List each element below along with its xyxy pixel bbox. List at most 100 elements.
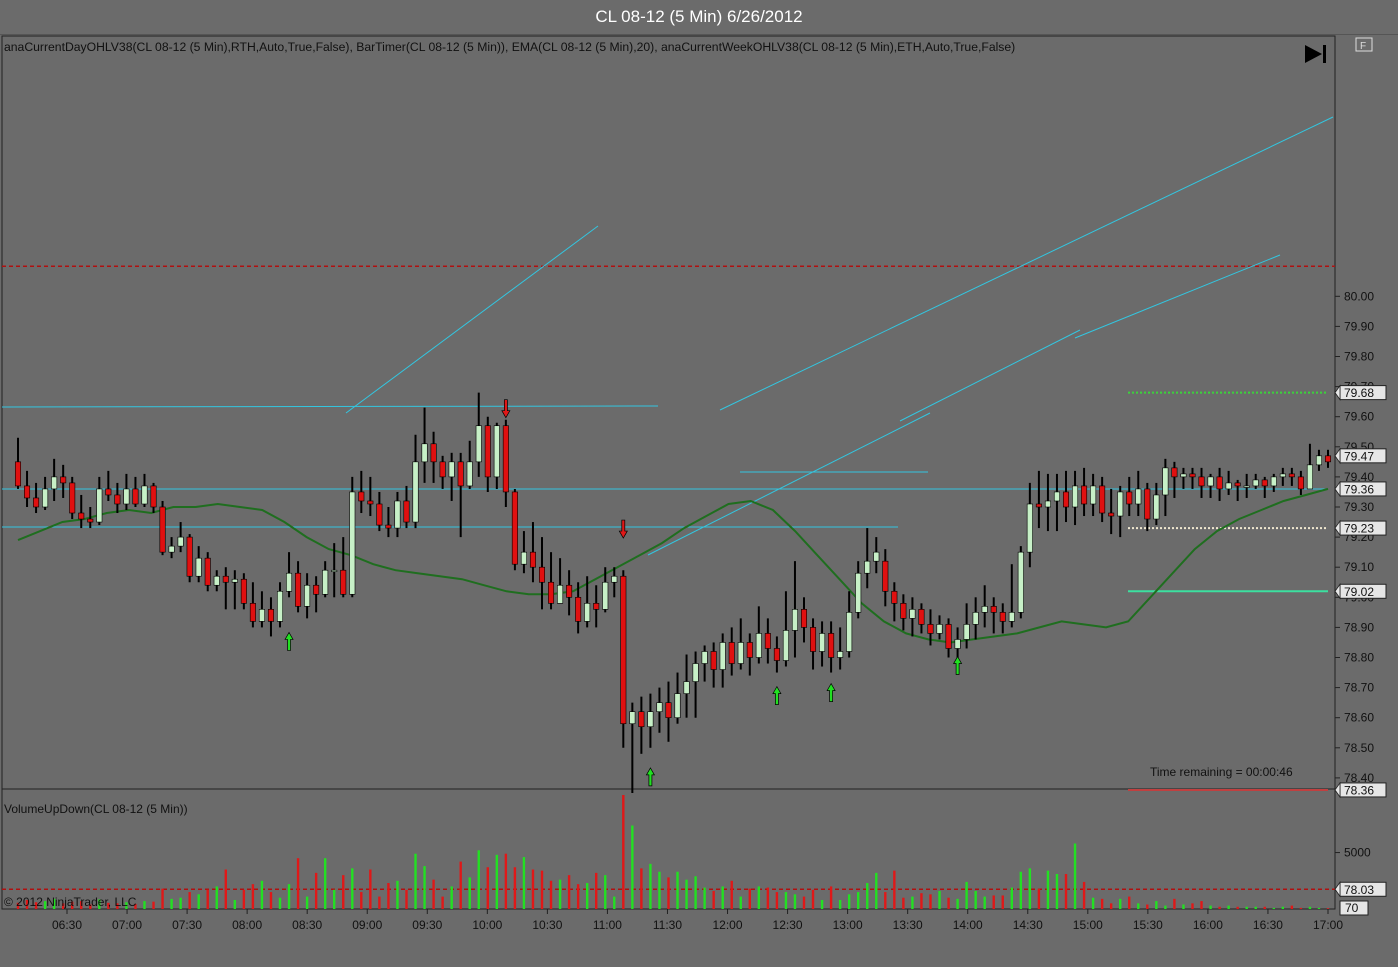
candle-body bbox=[132, 488, 139, 505]
candle-body bbox=[611, 575, 618, 583]
candle-body bbox=[918, 609, 925, 625]
candle-body bbox=[1180, 473, 1187, 478]
volume-panel-label: VolumeUpDown(CL 08-12 (5 Min)) bbox=[4, 802, 188, 816]
candle-body bbox=[837, 651, 844, 658]
candle-body bbox=[322, 569, 329, 595]
candle-body bbox=[728, 642, 735, 664]
time-tick-label: 13:30 bbox=[893, 918, 923, 932]
candle-body bbox=[331, 569, 338, 573]
time-tick-label: 08:30 bbox=[292, 918, 322, 932]
candle-body bbox=[963, 624, 970, 640]
candle-body bbox=[620, 575, 627, 725]
candle-body bbox=[96, 488, 103, 523]
candle-body bbox=[656, 702, 663, 712]
candle-body bbox=[204, 557, 211, 586]
price-label: 79.47 bbox=[1344, 449, 1374, 463]
price-tick-label: 78.60 bbox=[1344, 711, 1374, 725]
candle-body bbox=[150, 485, 157, 508]
candle-body bbox=[575, 596, 582, 622]
time-tick-label: 17:00 bbox=[1313, 918, 1343, 932]
candle-body bbox=[846, 612, 853, 652]
price-tick-label: 78.70 bbox=[1344, 681, 1374, 695]
candle-body bbox=[231, 578, 238, 583]
candle-body bbox=[647, 711, 654, 728]
candle-body bbox=[1099, 485, 1106, 514]
candle-body bbox=[593, 603, 600, 610]
price-tick-label: 79.30 bbox=[1344, 500, 1374, 514]
candle-body bbox=[1135, 488, 1142, 505]
candle-body bbox=[1072, 485, 1079, 508]
candle-body bbox=[584, 603, 591, 622]
price-tick-label: 78.80 bbox=[1344, 651, 1374, 665]
candle-body bbox=[1198, 476, 1205, 487]
time-remaining: Time remaining = 00:00:46 bbox=[1150, 765, 1293, 779]
candle-body bbox=[168, 545, 175, 553]
price-tick-label: 78.90 bbox=[1344, 620, 1374, 634]
price-label-pointer bbox=[1334, 480, 1341, 498]
indicators-line: anaCurrentDayOHLV38(CL 08-12 (5 Min),RTH… bbox=[4, 40, 1015, 54]
candle-body bbox=[340, 569, 347, 595]
candle-body bbox=[1324, 455, 1332, 463]
candle-body bbox=[177, 536, 184, 547]
candle-body bbox=[629, 711, 636, 725]
time-tick-label: 16:30 bbox=[1253, 918, 1283, 932]
price-panel bbox=[1, 35, 1336, 790]
candle-body bbox=[828, 633, 835, 658]
price-volume-chart: 80.0079.9079.8079.7079.6079.5079.4079.30… bbox=[1, 35, 1387, 932]
candle-body bbox=[936, 624, 943, 634]
candle-body bbox=[213, 575, 220, 586]
volume-last-label: 70 bbox=[1345, 901, 1359, 915]
price-tick-label: 79.60 bbox=[1344, 410, 1374, 424]
candle-body bbox=[159, 506, 166, 553]
candle-body bbox=[746, 642, 753, 658]
time-tick-label: 06:30 bbox=[52, 918, 82, 932]
candle-body bbox=[1044, 500, 1051, 508]
candle-body bbox=[403, 500, 410, 523]
price-tick-label: 79.90 bbox=[1344, 319, 1374, 333]
candle-body bbox=[945, 624, 952, 649]
candle-body bbox=[683, 681, 690, 694]
candle-body bbox=[855, 572, 862, 613]
candle-body bbox=[69, 482, 76, 514]
candle-body bbox=[1062, 491, 1070, 508]
candle-body bbox=[1035, 503, 1042, 508]
time-tick-label: 12:30 bbox=[773, 918, 803, 932]
candle-body bbox=[665, 702, 672, 719]
candle-body bbox=[114, 494, 121, 505]
candle-body bbox=[701, 651, 708, 664]
candle-body bbox=[773, 648, 780, 661]
float-button-label: F bbox=[1360, 41, 1366, 52]
time-tick-label: 08:00 bbox=[232, 918, 262, 932]
candle-body bbox=[1261, 479, 1268, 487]
time-tick-label: 14:30 bbox=[1013, 918, 1043, 932]
candle-body bbox=[195, 557, 202, 577]
candle-body bbox=[1270, 476, 1277, 487]
time-tick-label: 10:30 bbox=[532, 918, 562, 932]
candle-body bbox=[430, 443, 437, 463]
candle-body bbox=[42, 488, 49, 508]
candle-body bbox=[240, 578, 247, 604]
candle-body bbox=[258, 609, 265, 622]
candle-body bbox=[972, 612, 979, 625]
candle-body bbox=[764, 633, 771, 649]
candle-body bbox=[954, 639, 961, 649]
time-tick-label: 09:00 bbox=[352, 918, 382, 932]
candle-body bbox=[1288, 473, 1295, 478]
candle-body bbox=[276, 590, 284, 622]
price-label-pointer bbox=[1334, 583, 1341, 600]
price-label: 79.68 bbox=[1344, 386, 1374, 400]
candle-body bbox=[304, 584, 311, 607]
time-tick-label: 15:00 bbox=[1073, 918, 1103, 932]
candle-body bbox=[222, 575, 229, 583]
candle-body bbox=[267, 609, 274, 622]
candle-body bbox=[421, 443, 428, 463]
candle-body bbox=[51, 476, 58, 490]
candle-body bbox=[819, 633, 826, 652]
price-label-pointer bbox=[1334, 519, 1341, 537]
candle-body bbox=[493, 425, 500, 478]
go-to-end-bar-icon[interactable] bbox=[1323, 45, 1326, 63]
candle-body bbox=[376, 503, 383, 526]
candle-body bbox=[1171, 467, 1178, 478]
candle-body bbox=[791, 609, 798, 631]
candle-body bbox=[1026, 503, 1033, 553]
